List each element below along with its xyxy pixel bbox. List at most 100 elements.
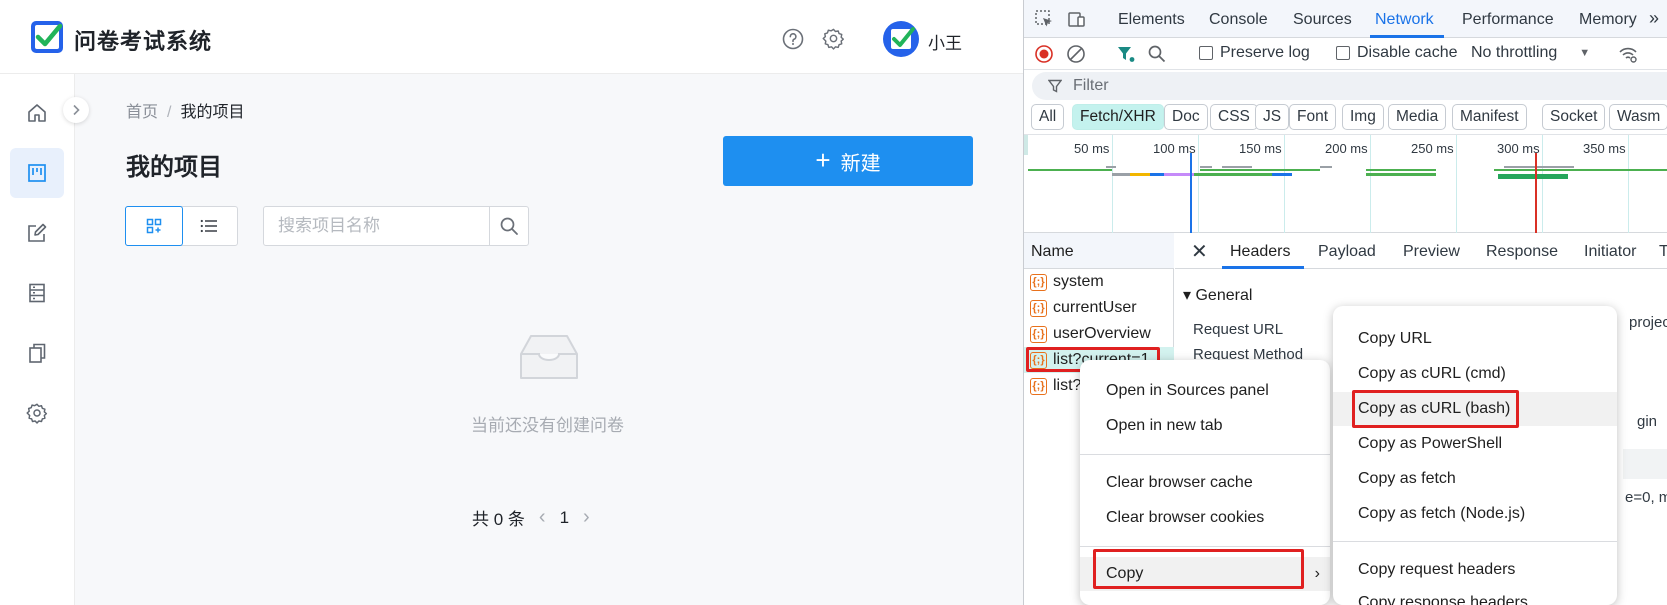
- record-stop-icon[interactable]: [1034, 44, 1054, 64]
- type-filter-font[interactable]: Font: [1289, 104, 1337, 130]
- search-button[interactable]: [489, 207, 528, 245]
- tab-sources[interactable]: Sources: [1293, 11, 1352, 29]
- menu-item-copy-curl-cmd[interactable]: Copy as cURL (cmd): [1333, 357, 1617, 391]
- inspect-element-icon[interactable]: [1034, 9, 1054, 29]
- detail-tab-bar: ✕ Headers Payload Preview Response Initi…: [1175, 233, 1667, 269]
- new-project-button[interactable]: + 新建: [723, 136, 973, 186]
- general-section-header[interactable]: ▾ General: [1183, 285, 1252, 305]
- page-title: 我的项目: [126, 154, 222, 181]
- menu-item-open-in-sources[interactable]: Open in Sources panel: [1080, 374, 1330, 408]
- search-box: [263, 206, 529, 246]
- type-filter-img[interactable]: Img: [1342, 104, 1384, 130]
- type-filter-css[interactable]: CSS: [1210, 104, 1258, 130]
- tab-console[interactable]: Console: [1209, 11, 1268, 29]
- sidebar-item-home[interactable]: [10, 88, 64, 138]
- sidebar-item-edit[interactable]: [10, 208, 64, 258]
- tab-initiator[interactable]: Initiator: [1584, 243, 1636, 261]
- menu-item-clear-cookies[interactable]: Clear browser cookies: [1080, 501, 1330, 535]
- timeline-bars: [1028, 153, 1667, 234]
- help-icon[interactable]: [782, 28, 804, 50]
- name-column-header[interactable]: Name: [1024, 233, 1174, 269]
- type-filter-all[interactable]: All: [1031, 104, 1065, 130]
- filter-funnel-icon[interactable]: [1116, 44, 1136, 64]
- clear-icon[interactable]: [1066, 44, 1086, 64]
- tab-network[interactable]: Network: [1375, 11, 1434, 29]
- sidebar-item-settings[interactable]: [10, 388, 64, 438]
- tab-timing[interactable]: T: [1659, 243, 1667, 261]
- pagination-next[interactable]: ›: [583, 506, 590, 529]
- xhr-icon: {;}: [1030, 351, 1047, 369]
- sidebar-item-list[interactable]: [10, 268, 64, 318]
- type-filter-js[interactable]: JS: [1255, 104, 1290, 130]
- tab-payload[interactable]: Payload: [1318, 243, 1376, 261]
- overview-range-handle[interactable]: [1024, 135, 1028, 155]
- xhr-icon: {;}: [1030, 299, 1047, 317]
- menu-item-copy-response-headers[interactable]: Copy response headers: [1333, 586, 1617, 605]
- request-name: userOverview: [1053, 325, 1151, 342]
- request-url-label: Request URL: [1193, 321, 1284, 338]
- tab-response[interactable]: Response: [1486, 243, 1558, 261]
- sidebar-item-copy[interactable]: [10, 328, 64, 378]
- general-value-fragment: gin: [1637, 413, 1658, 430]
- type-filter-fetch-xhr[interactable]: Fetch/XHR: [1072, 104, 1164, 130]
- network-timeline-overview[interactable]: 50 ms 100 ms 150 ms 200 ms 250 ms 300 ms…: [1024, 134, 1667, 234]
- type-filter-socket[interactable]: Socket: [1542, 104, 1606, 130]
- pagination-page[interactable]: 1: [560, 508, 569, 528]
- breadcrumb: 首页 / 我的项目: [126, 98, 244, 122]
- xhr-icon: {;}: [1030, 325, 1047, 343]
- grid-view-button[interactable]: [125, 206, 183, 246]
- menu-item-copy-fetch-node[interactable]: Copy as fetch (Node.js): [1333, 497, 1617, 531]
- type-filter-manifest[interactable]: Manifest: [1452, 104, 1527, 130]
- user-name[interactable]: 小王: [928, 29, 962, 54]
- breadcrumb-current: 我的项目: [180, 104, 245, 121]
- sidebar-item-projects[interactable]: [10, 148, 64, 198]
- request-row-user-overview[interactable]: {;} userOverview: [1024, 321, 1174, 347]
- tab-headers[interactable]: Headers: [1230, 243, 1290, 261]
- list-view-button[interactable]: [182, 207, 238, 245]
- tab-performance[interactable]: Performance: [1462, 11, 1554, 29]
- sidebar: [0, 74, 75, 605]
- menu-item-copy[interactable]: Copy ›: [1080, 557, 1330, 591]
- menu-item-clear-cache[interactable]: Clear browser cache: [1080, 466, 1330, 500]
- tab-preview[interactable]: Preview: [1403, 243, 1460, 261]
- tab-elements[interactable]: Elements: [1118, 11, 1185, 29]
- gear-icon: [26, 403, 48, 424]
- menu-item-copy-label: Copy: [1106, 565, 1144, 582]
- sidebar-collapse-toggle[interactable]: [63, 97, 89, 123]
- throttling-select[interactable]: No throttling ▼: [1471, 44, 1590, 62]
- empty-state-text: 当前还没有创建问卷: [471, 416, 624, 435]
- network-conditions-icon[interactable]: [1618, 44, 1638, 64]
- tab-memory[interactable]: Memory: [1579, 11, 1637, 29]
- menu-item-copy-powershell[interactable]: Copy as PowerShell: [1333, 427, 1617, 461]
- menu-item-open-in-new-tab[interactable]: Open in new tab: [1080, 409, 1330, 443]
- board-icon: [28, 164, 46, 182]
- app-title: 问卷考试系统: [74, 29, 213, 54]
- menu-item-copy-curl-bash[interactable]: Copy as cURL (bash): [1333, 392, 1617, 426]
- menu-separator: [1333, 541, 1617, 542]
- disable-cache-checkbox[interactable]: Disable cache: [1336, 44, 1458, 62]
- type-filter-wasm[interactable]: Wasm: [1609, 104, 1667, 130]
- request-row-current-user[interactable]: {;} currentUser: [1024, 295, 1174, 321]
- filter-placeholder: Filter: [1073, 77, 1109, 94]
- close-detail-icon[interactable]: ✕: [1191, 239, 1208, 264]
- list-icon: [200, 219, 218, 233]
- submenu-arrow-icon: ›: [1314, 565, 1320, 582]
- menu-item-copy-url[interactable]: Copy URL: [1333, 322, 1617, 356]
- menu-item-copy-fetch[interactable]: Copy as fetch: [1333, 462, 1617, 496]
- request-row-system[interactable]: {;} system: [1024, 269, 1174, 295]
- menu-item-copy-request-headers[interactable]: Copy request headers: [1333, 553, 1617, 587]
- device-toolbar-icon[interactable]: [1066, 9, 1086, 29]
- menu-separator: [1080, 454, 1330, 455]
- gear-icon[interactable]: [822, 27, 845, 50]
- breadcrumb-home[interactable]: 首页: [126, 104, 158, 121]
- preserve-log-checkbox[interactable]: Preserve log: [1199, 44, 1310, 62]
- avatar[interactable]: [883, 21, 919, 57]
- more-tabs-icon[interactable]: »: [1649, 8, 1659, 29]
- search-input[interactable]: [264, 207, 490, 245]
- grid-icon: [146, 218, 161, 234]
- search-icon[interactable]: [1147, 44, 1167, 64]
- network-filter-bar[interactable]: Filter: [1032, 72, 1667, 100]
- pagination-prev[interactable]: ‹: [539, 506, 546, 529]
- type-filter-doc[interactable]: Doc: [1164, 104, 1208, 130]
- type-filter-media[interactable]: Media: [1388, 104, 1447, 130]
